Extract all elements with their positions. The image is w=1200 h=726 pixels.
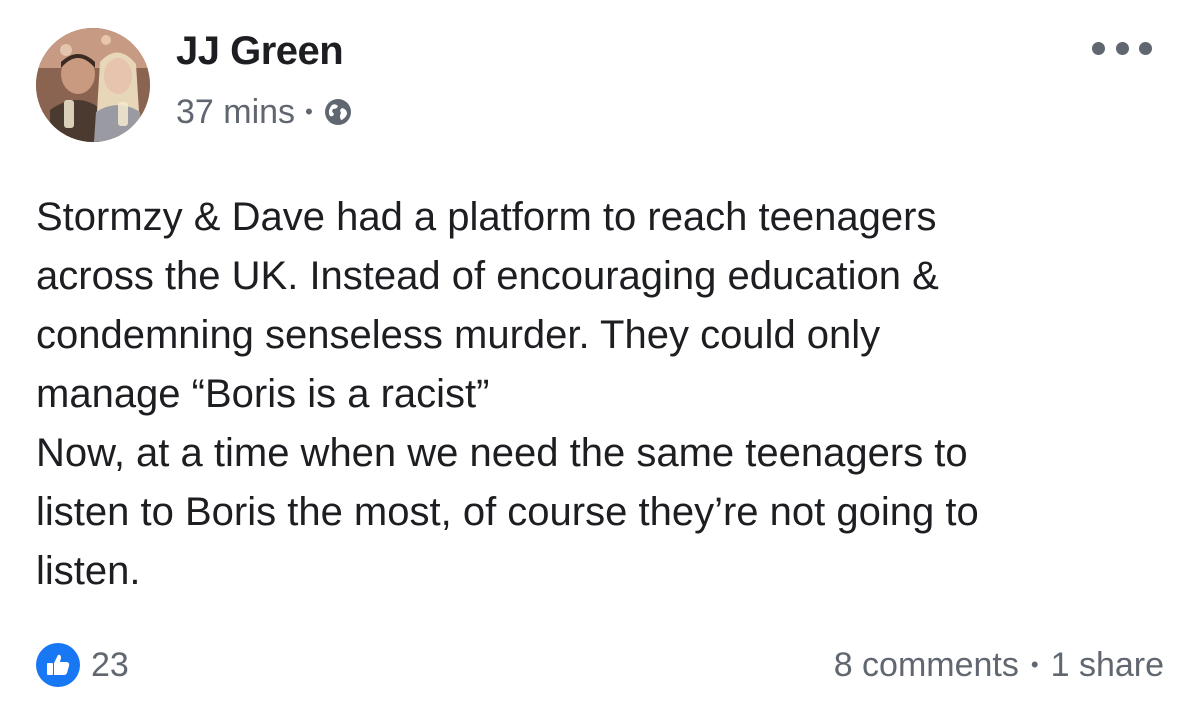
more-dot-icon bbox=[1092, 41, 1105, 55]
post-text-line: condemning senseless murder. They could … bbox=[36, 313, 881, 357]
globe-icon bbox=[323, 97, 353, 127]
thumbs-up-icon bbox=[47, 654, 70, 675]
like-count[interactable]: 23 bbox=[91, 644, 129, 686]
comments-count-link[interactable]: 8 comments bbox=[834, 644, 1019, 686]
avatar[interactable] bbox=[36, 28, 150, 142]
shares-count-link[interactable]: 1 share bbox=[1051, 644, 1164, 686]
post-text-line: listen. bbox=[36, 549, 141, 593]
post-text-line: manage “Boris is a racist” bbox=[36, 372, 490, 416]
post-text-line: Now, at a time when we need the same tee… bbox=[36, 431, 968, 475]
post-meta: 37 mins • bbox=[176, 93, 353, 131]
more-options-button[interactable] bbox=[1092, 34, 1152, 62]
engagement-separator: • bbox=[1030, 652, 1039, 677]
post-text-line: listen to Boris the most, of course they… bbox=[36, 490, 979, 534]
post-author-name[interactable]: JJ Green bbox=[176, 27, 344, 75]
more-dot-icon bbox=[1139, 41, 1152, 55]
avatar-photo bbox=[36, 28, 150, 142]
post-body: Stormzy & Dave had a platform to reach t… bbox=[36, 188, 1176, 601]
post-timestamp[interactable]: 37 mins bbox=[176, 93, 295, 132]
meta-separator: • bbox=[305, 99, 313, 124]
like-reaction-icon[interactable] bbox=[36, 643, 80, 687]
engagement-summary: 8 comments • 1 share bbox=[834, 644, 1164, 686]
post-text-line: across the UK. Instead of encouraging ed… bbox=[36, 254, 939, 298]
post-text-line: Stormzy & Dave had a platform to reach t… bbox=[36, 195, 937, 239]
more-dot-icon bbox=[1115, 41, 1129, 55]
